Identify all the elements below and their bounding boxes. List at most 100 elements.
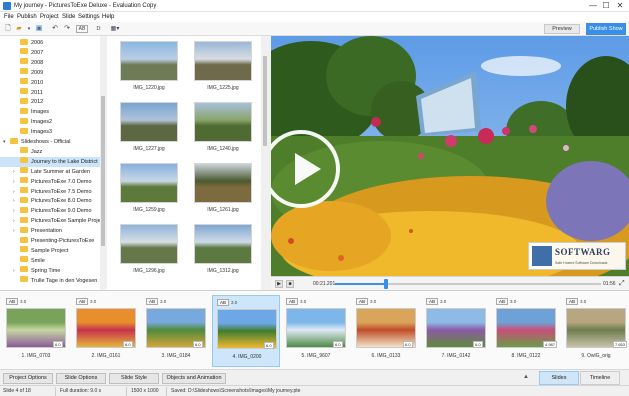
file-browser-scrollbar[interactable] [261, 36, 269, 290]
transition-ab-icon[interactable]: AB [566, 298, 579, 305]
menu-help[interactable]: Help [102, 14, 114, 20]
transition-ab-icon[interactable]: AB [146, 298, 159, 305]
tree-item[interactable]: 2008 [0, 58, 100, 68]
tree-item[interactable]: 2012 [0, 97, 100, 107]
collapsed-arrow-icon[interactable]: › [13, 216, 15, 226]
tree-item[interactable]: Images [0, 107, 100, 117]
maximize-button[interactable]: ☐ [601, 1, 611, 11]
slide-duration[interactable]: 6.0 [473, 341, 483, 348]
tree-item[interactable]: 2006 [0, 38, 100, 48]
collapsed-arrow-icon[interactable]: › [13, 196, 15, 206]
slide-preview[interactable]: SOFTWARG Safe Hosted Software Downloads [271, 36, 629, 276]
ab-icon[interactable]: AB [76, 25, 88, 33]
fullscreen-icon[interactable]: ⤢ [619, 280, 625, 288]
transition-duration[interactable]: 3.0 [510, 299, 516, 304]
transition-ab-icon[interactable]: AB [356, 298, 369, 305]
tree-item[interactable]: › PicturesToExe 9.0 Demo [0, 206, 100, 216]
stop-button[interactable]: ■ [286, 280, 294, 288]
slide-duration[interactable]: 6.0 [123, 341, 133, 348]
tree-item[interactable]: 2010 [0, 78, 100, 88]
file-thumbnail[interactable]: IMG_1261.jpg [194, 163, 252, 213]
tree-item[interactable]: ▾ Slideshows - Official [0, 137, 100, 147]
slide-duration[interactable]: 6.0 [333, 341, 343, 348]
preview-button[interactable]: Preview [544, 24, 580, 34]
slide-duration[interactable]: 7.653 [613, 341, 628, 348]
collapse-up-icon[interactable]: ▲ [523, 374, 529, 380]
tree-item[interactable]: Trulle Tage in den Vogesen [0, 276, 100, 286]
slide-thumbnail[interactable]: AB 3.0 6.0 6. IMG_0133 [352, 295, 420, 367]
scrollbar-thumb[interactable] [101, 96, 105, 246]
file-thumbnail[interactable]: IMG_1240.jpg [194, 102, 252, 152]
slide-thumbnail[interactable]: AB 3.0 6.0 1. IMG_0703 [2, 295, 70, 367]
folder-tree-scrollbar[interactable] [100, 36, 106, 290]
slide-thumbnail[interactable]: AB 3.0 6.0 4. IMG_0200 [212, 295, 280, 367]
minimize-button[interactable]: — [588, 1, 598, 11]
transition-duration[interactable]: 3.0 [440, 299, 446, 304]
tree-item[interactable]: › PicturesToExe 7.0 Demo [0, 177, 100, 187]
tree-item[interactable]: › Spring Time [0, 266, 100, 276]
transition-ab-icon[interactable]: AB [286, 298, 299, 305]
tree-item[interactable]: Smile [0, 256, 100, 266]
transition-ab-icon[interactable]: AB [496, 298, 509, 305]
menu-slide[interactable]: Slide [62, 14, 75, 20]
slide-thumbnail[interactable]: AB 3.0 6.0 5. IMG_9607 [282, 295, 350, 367]
transition-ab-icon[interactable]: AB [6, 298, 19, 305]
file-thumbnail[interactable]: IMG_1227.jpg [120, 102, 178, 152]
tree-item[interactable]: 2007 [0, 48, 100, 58]
transition-duration[interactable]: 3.0 [90, 299, 96, 304]
slide-duration[interactable]: 4.987 [543, 341, 558, 348]
menu-settings[interactable]: Settings [78, 14, 100, 20]
tree-item[interactable]: Journey to the Lake District [0, 156, 100, 167]
tree-item[interactable]: › PicturesToExe 8.0 Demo [0, 196, 100, 206]
tree-item[interactable]: Jazz [0, 147, 100, 157]
redo-icon[interactable]: ↷ [62, 24, 72, 34]
play-button[interactable]: ▶ [275, 280, 283, 288]
timeline-knob[interactable] [383, 279, 388, 289]
slide-style-button[interactable]: Slide Style [109, 373, 159, 384]
open-folder-icon[interactable]: ▰ [14, 24, 24, 34]
tree-item[interactable]: Images2 [0, 117, 100, 127]
transition-ab-icon[interactable]: AB [217, 299, 230, 306]
slide-duration[interactable]: 6.0 [53, 341, 63, 348]
transition-duration[interactable]: 3.0 [370, 299, 376, 304]
transition-duration[interactable]: 3.0 [160, 299, 166, 304]
collapsed-arrow-icon[interactable]: › [13, 206, 15, 216]
file-thumbnail[interactable]: IMG_1225.jpg [194, 41, 252, 91]
tree-item[interactable]: › Late Summer at Garden [0, 167, 100, 177]
tree-item[interactable]: › PicturesToExe 7.5 Demo [0, 187, 100, 197]
menu-file[interactable]: File [4, 14, 14, 20]
tab-timeline[interactable]: Timeline [580, 371, 620, 385]
transition-ab-icon[interactable]: AB [426, 298, 439, 305]
tree-item[interactable]: Sample Project [0, 246, 100, 256]
tree-item[interactable]: › PicturesToExe Sample Project [0, 216, 105, 226]
view-mode-icon[interactable]: ▦▾ [108, 24, 122, 34]
undo-icon[interactable]: ↶ [50, 24, 60, 34]
slide-thumbnail[interactable]: AB 3.0 6.0 3. IMG_0184 [142, 295, 210, 367]
tree-item[interactable]: 2011 [0, 88, 100, 98]
file-thumbnail[interactable]: IMG_1296.jpg [120, 224, 178, 274]
slide-thumbnail[interactable]: AB 3.0 4.987 8. IMG_0122 [492, 295, 560, 367]
slide-duration[interactable]: 6.0 [403, 341, 413, 348]
tree-item[interactable]: 2009 [0, 68, 100, 78]
collapsed-arrow-icon[interactable]: › [13, 226, 15, 236]
objects-animation-button[interactable]: Objects and Animation [162, 373, 226, 384]
expand-arrow-icon[interactable]: ▾ [3, 137, 6, 147]
drive-selector[interactable]: D: [90, 24, 108, 34]
tab-slides[interactable]: Slides [539, 371, 579, 385]
publish-show-button[interactable]: Publish Show [586, 23, 626, 35]
transition-duration[interactable]: 3.0 [20, 299, 26, 304]
new-project-icon[interactable]: 🗋 [3, 24, 13, 34]
play-icon[interactable] [295, 153, 321, 185]
transition-duration[interactable]: 3.0 [300, 299, 306, 304]
slide-duration[interactable]: 6.0 [264, 342, 274, 349]
tree-item[interactable]: › Presentation [0, 226, 100, 236]
scrollbar-thumb[interactable] [263, 56, 267, 146]
collapsed-arrow-icon[interactable]: › [13, 167, 15, 177]
slide-thumbnail[interactable]: AB 3.0 6.0 7. IMG_0142 [422, 295, 490, 367]
project-options-button[interactable]: Project Options [3, 373, 53, 384]
file-thumbnail[interactable]: IMG_1259.jpg [120, 163, 178, 213]
slide-thumbnail[interactable]: AB 3.0 7.653 9. OwlG_orig [562, 295, 629, 367]
file-thumbnail[interactable]: IMG_1312.jpg [194, 224, 252, 274]
transition-duration[interactable]: 3.0 [231, 300, 237, 305]
close-button[interactable]: ✕ [615, 1, 625, 11]
